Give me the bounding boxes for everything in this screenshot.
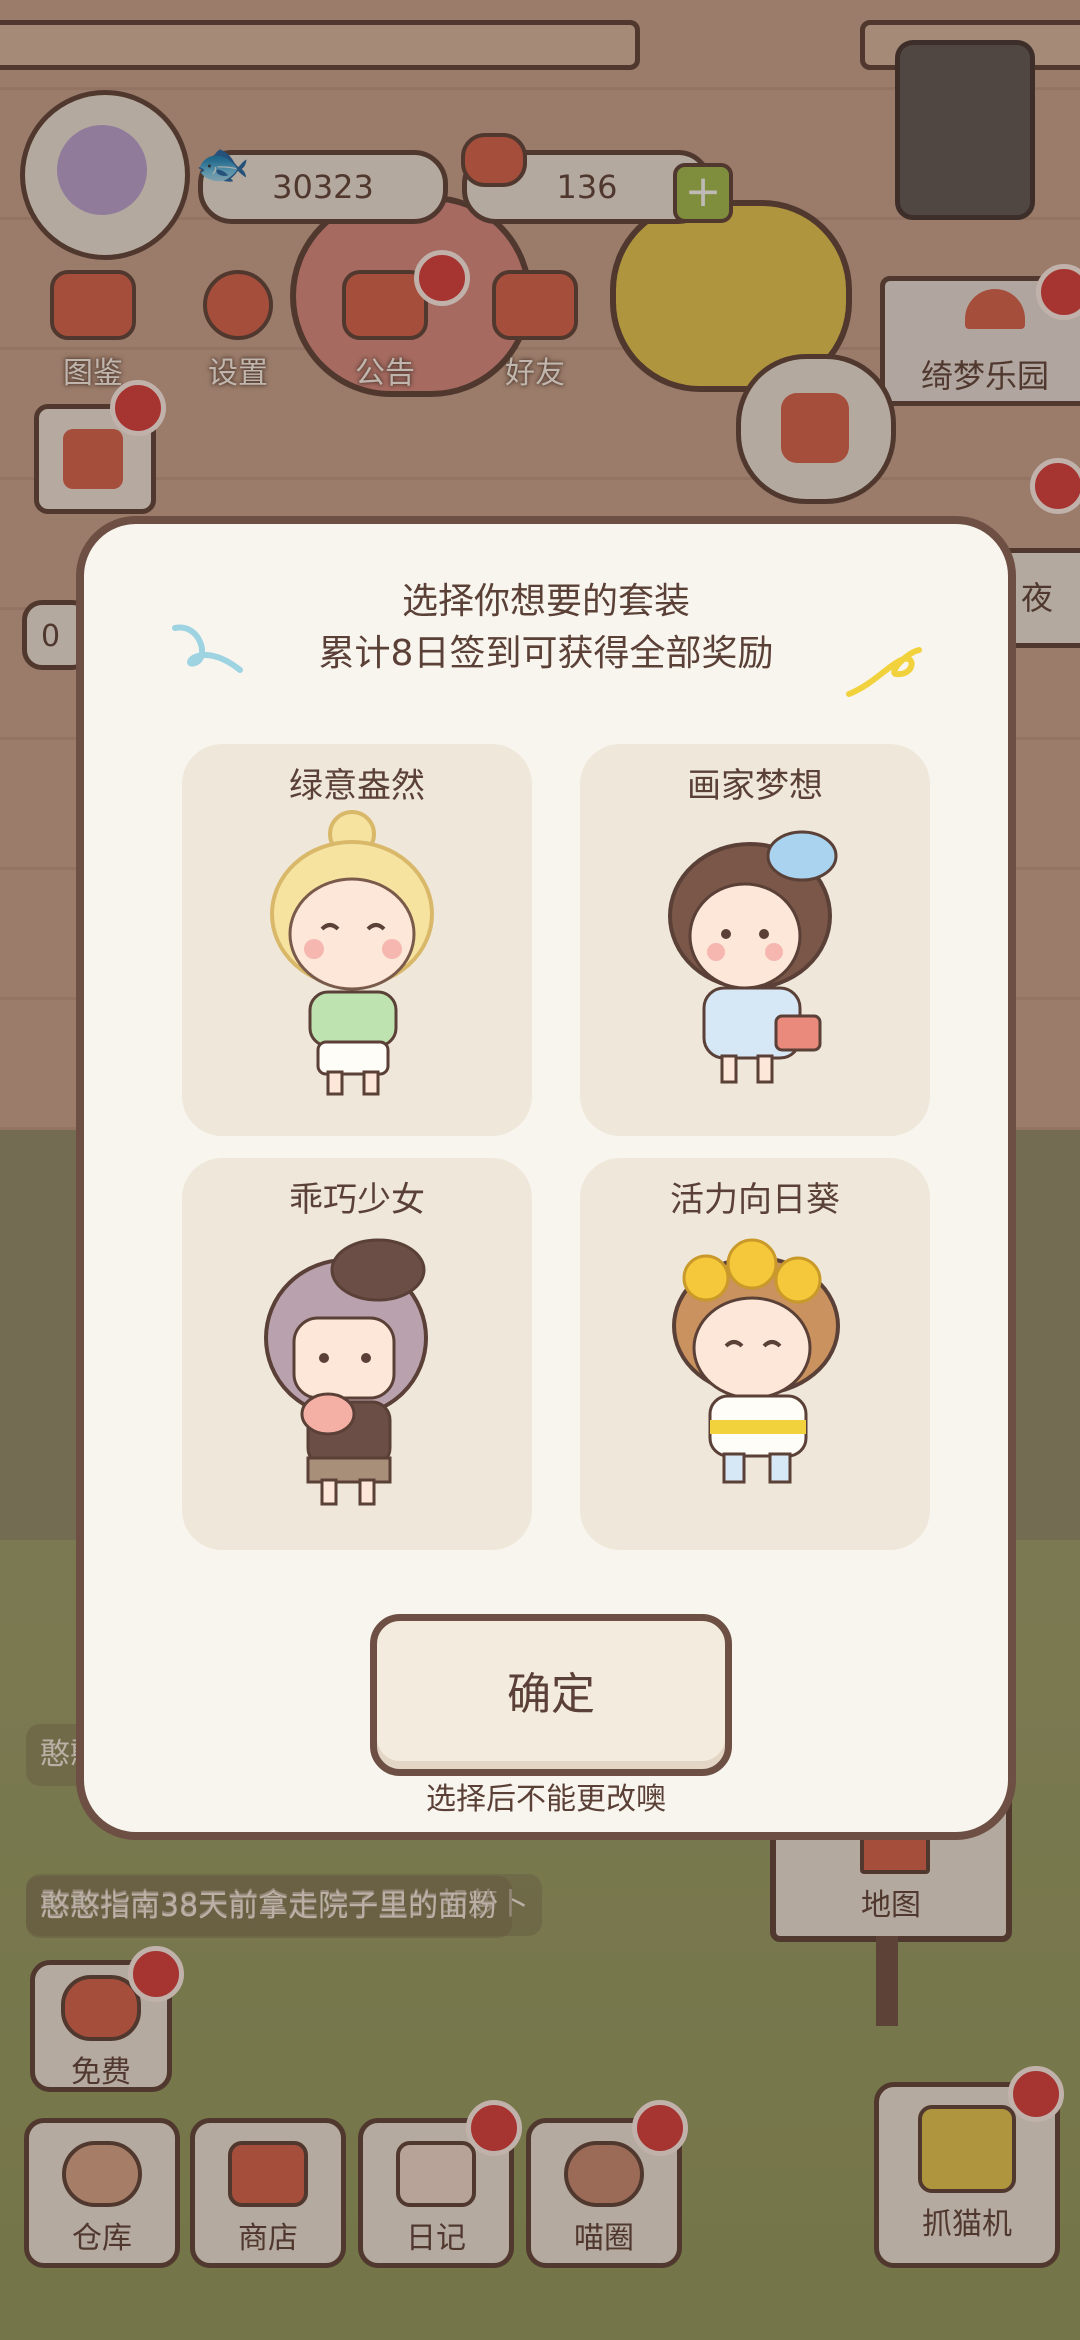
- dialog-title: 选择你想要的套装: [401, 581, 690, 622]
- selection-note: 选择后不能更改噢: [426, 1782, 666, 1817]
- confirm-label: 确定: [507, 1669, 595, 1720]
- outfit-card-green[interactable]: 绿意盎然: [182, 744, 532, 1136]
- sunflower-character-icon: [672, 1238, 840, 1484]
- outfit-card-sweet-girl[interactable]: 乖巧少女: [182, 1158, 532, 1550]
- ribbon-blue-decoration: [172, 624, 243, 673]
- outfit-card-sunflower[interactable]: 活力向日葵: [580, 1158, 930, 1550]
- sweet-girl-character-icon: [264, 1238, 428, 1506]
- ribbon-yellow-decoration: [846, 647, 922, 697]
- outfit-selection-dialog: 选择你想要的套装 累计8日签到可获得全部奖励 绿意盎然 画家梦想 乖巧少女 活力…: [76, 516, 1016, 1840]
- outfit-card-painter[interactable]: 画家梦想: [580, 744, 930, 1136]
- painter-outfit-character-icon: [668, 830, 838, 1084]
- confirm-button[interactable]: 确定: [370, 1614, 732, 1776]
- green-outfit-character-icon: [270, 810, 434, 1096]
